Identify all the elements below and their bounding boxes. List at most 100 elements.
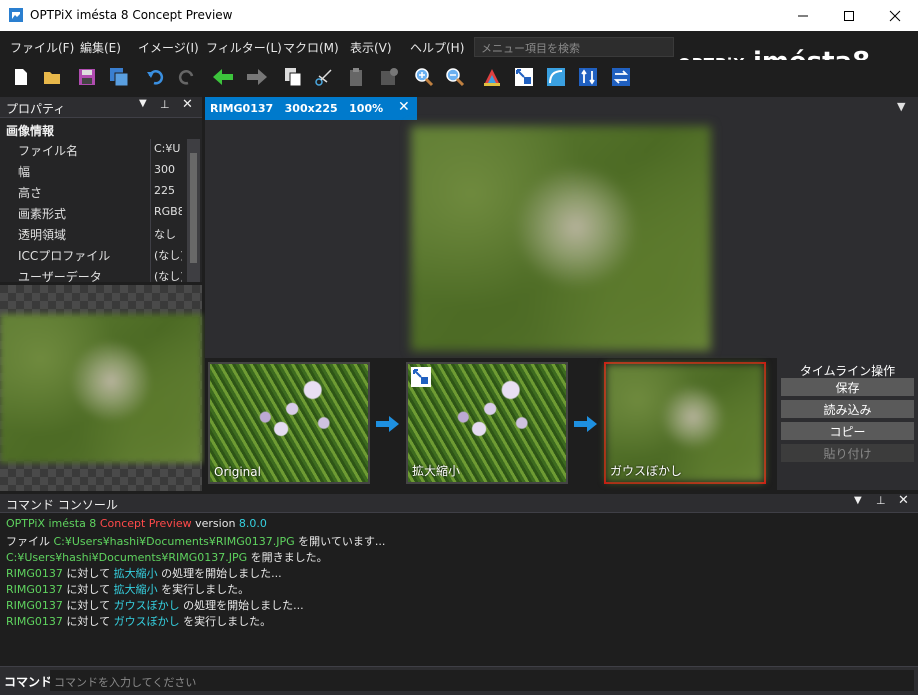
prop-row-transparency[interactable]: 透明領域 なし (0, 223, 202, 244)
crop-button[interactable] (545, 66, 567, 88)
zoom-out-button[interactable] (444, 66, 466, 88)
paste-button[interactable] (345, 66, 367, 88)
copy-icon (285, 68, 302, 87)
convert-icon (612, 68, 630, 86)
open-button[interactable] (41, 66, 63, 88)
color-adjust-icon (484, 69, 500, 86)
cut-button[interactable] (313, 66, 335, 88)
menu-filter[interactable]: フィルター(L) (206, 39, 282, 56)
save-all-icon (110, 68, 129, 87)
navigator-image (0, 314, 202, 463)
minimize-button[interactable] (780, 0, 826, 31)
command-console: コマンド コンソール ▼ ⊥ ✕ OPTPiX imésta 8 Concept… (0, 493, 918, 666)
section-title: 画像情報 (6, 124, 55, 138)
close-icon (889, 10, 901, 21)
app-icon (8, 7, 24, 23)
prop-row-width[interactable]: 幅 300 (0, 160, 202, 181)
arrow-left-icon (213, 69, 233, 85)
maximize-icon (844, 10, 854, 21)
paste-new-button[interactable] (378, 66, 400, 88)
scrollbar-thumb[interactable] (190, 153, 197, 263)
console-line: OPTPiX imésta 8 Concept Preview version … (6, 517, 267, 530)
flip-icon (579, 68, 597, 86)
menu-search-input[interactable]: メニュー項目を検索 (474, 37, 674, 57)
title-bar: OPTPiX imésta 8 Concept Preview (0, 0, 918, 31)
flip-button[interactable] (577, 66, 599, 88)
tab-strip: ▼ (417, 97, 918, 120)
menu-help[interactable]: ヘルプ(H) (410, 39, 464, 56)
zoom-out-icon (446, 68, 465, 87)
save-all-button[interactable] (108, 66, 130, 88)
back-button[interactable] (212, 66, 234, 88)
canvas-image[interactable] (411, 126, 711, 351)
timeline-item-original[interactable]: Original (208, 362, 370, 484)
clipboard-icon (350, 68, 362, 86)
navigator-preview[interactable] (0, 285, 202, 491)
copy-button[interactable] (282, 66, 304, 88)
console-line: ファイル C:¥Users¥hashi¥Documents¥RIMG0137.J… (6, 535, 386, 548)
prop-row-icc[interactable]: ICCプロファイル (なし) (0, 244, 202, 265)
new-button[interactable] (10, 66, 32, 88)
console-pin-icon[interactable]: ⊥ (876, 494, 886, 507)
document-tab[interactable]: RIMG0137 300x225 100% ✕ (205, 97, 417, 120)
scissors-icon (315, 69, 332, 86)
timeline-paste-button[interactable]: 貼り付け (781, 444, 914, 462)
timeline-item-gaussian-blur[interactable]: ガウスぼかし (604, 362, 766, 484)
timeline-save-button[interactable]: 保存 (781, 378, 914, 396)
properties-scrollbar[interactable] (187, 139, 200, 282)
convert-button[interactable] (610, 66, 632, 88)
pin-icon[interactable]: ⊥ (160, 98, 170, 111)
color-adjust-button[interactable] (481, 66, 503, 88)
maximize-button[interactable] (826, 0, 872, 31)
menu-edit[interactable]: 編集(E) (80, 39, 121, 56)
console-title: コマンド コンソール (6, 498, 118, 512)
menu-view[interactable]: 表示(V) (350, 39, 392, 56)
console-menu-icon[interactable]: ▼ (854, 495, 862, 506)
panel-menu-icon[interactable]: ▼ (139, 98, 147, 109)
command-input[interactable]: コマンドを入力してください (50, 670, 914, 691)
prop-row-userdata[interactable]: ユーザーデータ (なし) (0, 265, 202, 282)
prop-row-pixel-format[interactable]: 画素形式 RGB8 (0, 202, 202, 223)
panel-close-icon[interactable]: ✕ (182, 97, 193, 112)
window-title: OPTPiX imésta 8 Concept Preview (30, 8, 233, 22)
save-button[interactable] (76, 66, 98, 88)
save-icon (79, 69, 95, 85)
zoom-in-button[interactable] (413, 66, 435, 88)
close-button[interactable] (872, 0, 918, 31)
timeline-item-resize[interactable]: 拡大縮小 (406, 362, 568, 484)
redo-icon (178, 70, 194, 85)
document-tab-label: RIMG0137 300x225 100% (210, 102, 384, 115)
console-line: RIMG0137 に対して ガウスぼかし の処理を開始しました... (6, 599, 304, 612)
timeline-copy-button[interactable]: コピー (781, 422, 914, 440)
undo-button[interactable] (144, 66, 166, 88)
properties-list: ファイル名 C:¥U 幅 300 高さ 225 画素形式 RGB8 透明領域 なし ICC… (0, 139, 202, 282)
toolbar (0, 60, 918, 94)
paste-new-icon (381, 68, 398, 85)
document-view[interactable] (205, 120, 918, 358)
tab-close-icon[interactable]: ✕ (398, 99, 410, 115)
redo-button[interactable] (176, 66, 198, 88)
timeline-ops-title: タイムライン操作 (799, 364, 896, 378)
resize-icon (515, 68, 533, 86)
prop-row-filename[interactable]: ファイル名 C:¥U (0, 139, 202, 160)
minimize-icon (798, 15, 808, 16)
menu-image[interactable]: イメージ(I) (138, 39, 199, 56)
console-line: C:¥Users¥hashi¥Documents¥RIMG0137.JPG を開… (6, 551, 328, 564)
forward-button[interactable] (246, 66, 268, 88)
zoom-in-icon (415, 68, 434, 87)
resize-badge-icon (411, 367, 431, 387)
new-file-icon (15, 69, 27, 85)
prop-row-height[interactable]: 高さ 225 (0, 181, 202, 202)
command-bar: コマンド： コマンドを入力してください (0, 666, 918, 695)
console-close-icon[interactable]: ✕ (898, 493, 909, 508)
resize-button[interactable] (513, 66, 535, 88)
properties-section-header: 画像情報 (0, 118, 202, 140)
menu-file[interactable]: ファイル(F) (10, 39, 74, 56)
undo-icon (147, 70, 164, 85)
tab-list-icon[interactable]: ▼ (897, 100, 905, 113)
timeline-load-button[interactable]: 読み込み (781, 400, 914, 418)
properties-header: プロパティ ▼ ⊥ ✕ (0, 97, 202, 118)
menu-macro[interactable]: マクロ(M) (283, 39, 339, 56)
crop-icon (547, 68, 565, 86)
console-line: RIMG0137 に対して ガウスぼかし を実行しました。 (6, 615, 272, 628)
